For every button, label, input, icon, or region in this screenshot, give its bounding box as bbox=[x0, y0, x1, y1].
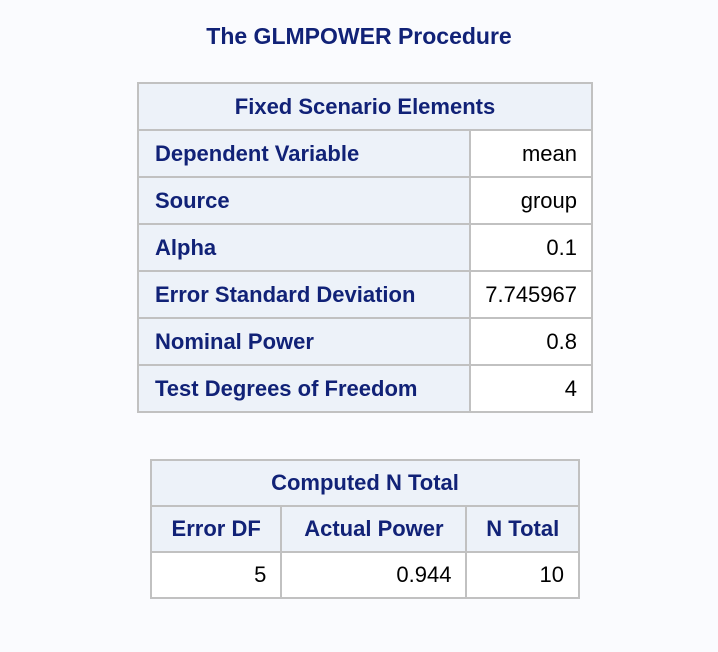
fixed-scenario-elements-table: Fixed Scenario Elements Dependent Variab… bbox=[137, 82, 593, 413]
row-label: Test Degrees of Freedom bbox=[137, 364, 471, 413]
row-label: Dependent Variable bbox=[137, 129, 471, 178]
column-header-row: Error DF Actual Power N Total bbox=[149, 505, 580, 553]
row-value: 0.1 bbox=[469, 223, 593, 272]
row-value: 0.8 bbox=[469, 317, 593, 366]
row-label: Error Standard Deviation bbox=[137, 270, 471, 319]
table-row: Source group bbox=[137, 176, 593, 225]
column-header-actual-power: Actual Power bbox=[280, 505, 468, 553]
computed-table-caption: Computed N Total bbox=[150, 459, 580, 507]
column-header-error-df: Error DF bbox=[149, 505, 283, 553]
row-label: Alpha bbox=[137, 223, 471, 272]
row-value: group bbox=[469, 176, 593, 225]
row-value: mean bbox=[469, 129, 593, 178]
cell-n-total: 10 bbox=[465, 551, 580, 599]
column-header-n-total: N Total bbox=[465, 505, 580, 553]
fixed-table-caption: Fixed Scenario Elements bbox=[137, 82, 593, 131]
procedure-title: The GLMPOWER Procedure bbox=[206, 23, 512, 49]
row-value: 7.745967 bbox=[469, 270, 593, 319]
table-row: Test Degrees of Freedom 4 bbox=[137, 364, 593, 413]
row-label: Nominal Power bbox=[137, 317, 471, 366]
table-row: Nominal Power 0.8 bbox=[137, 317, 593, 366]
table-row: 5 0.944 10 bbox=[149, 551, 580, 599]
computed-n-total-table: Computed N Total Error DF Actual Power N… bbox=[149, 459, 580, 599]
row-value: 4 bbox=[469, 364, 593, 413]
cell-actual-power: 0.944 bbox=[280, 551, 468, 599]
table-row: Error Standard Deviation 7.745967 bbox=[137, 270, 593, 319]
row-label: Source bbox=[137, 176, 471, 225]
table-row: Dependent Variable mean bbox=[137, 129, 593, 178]
cell-error-df: 5 bbox=[149, 551, 283, 599]
table-row: Alpha 0.1 bbox=[137, 223, 593, 272]
